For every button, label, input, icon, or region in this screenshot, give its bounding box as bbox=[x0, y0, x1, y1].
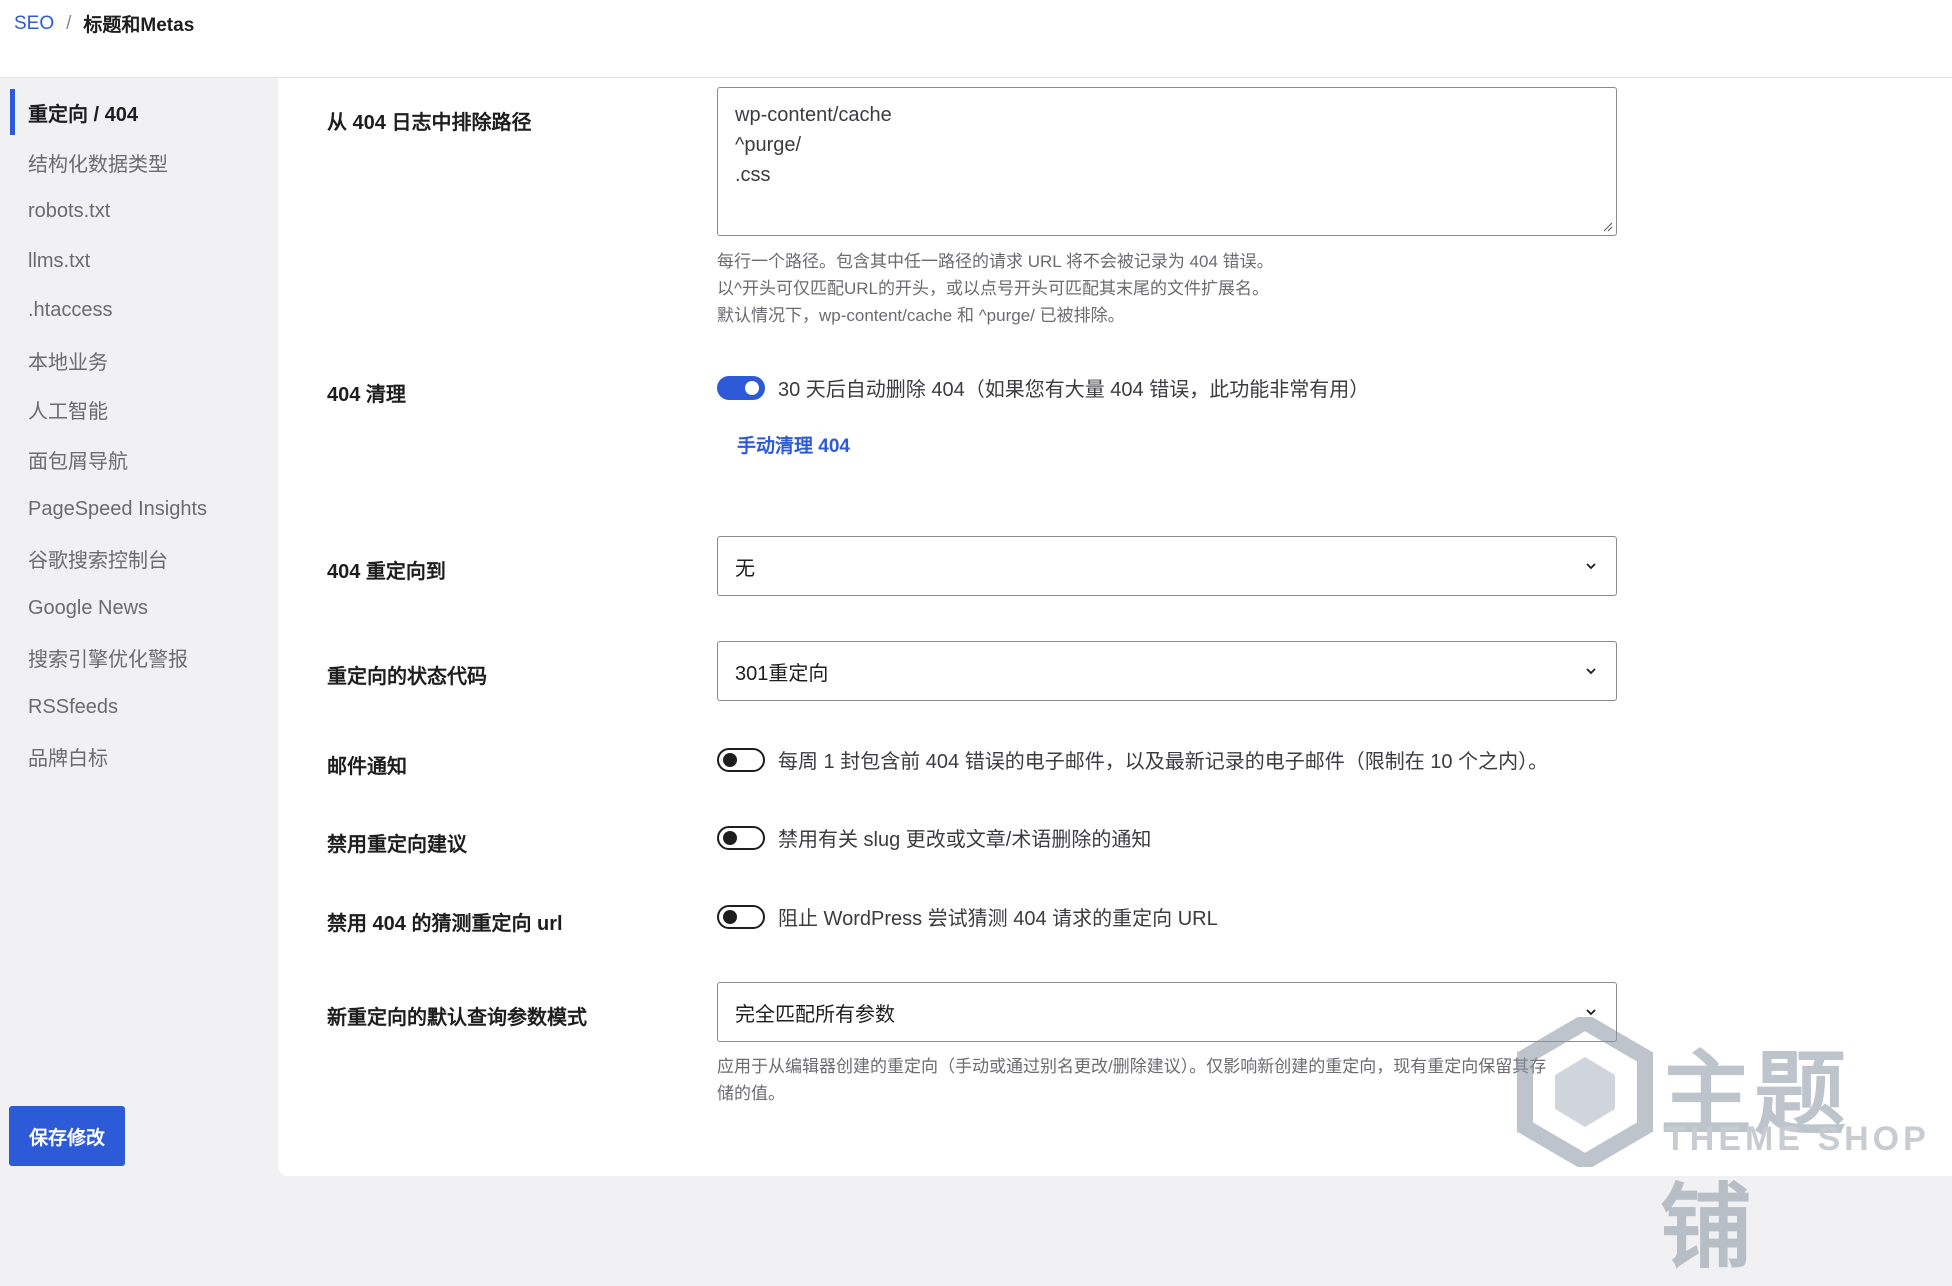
help-line: 储的值。 bbox=[717, 1084, 785, 1103]
status-code-label: 重定向的状态代码 bbox=[327, 666, 487, 688]
query-mode-label: 新重定向的默认查询参数模式 bbox=[327, 1007, 587, 1029]
breadcrumb-separator: / bbox=[66, 12, 72, 34]
exclude-paths-label: 从 404 日志中排除路径 bbox=[327, 112, 532, 134]
redirect-to-label: 404 重定向到 bbox=[327, 561, 446, 583]
disable-suggestions-row: 禁用有关 slug 更改或文章/术语删除的通知 bbox=[717, 823, 1151, 852]
sidebar-item-schema[interactable]: 结构化数据类型 bbox=[10, 139, 278, 185]
top-bar: SEO / 标题和Metas bbox=[0, 0, 1952, 78]
sidebar-item-local-business[interactable]: 本地业务 bbox=[10, 337, 278, 383]
disable-guess-label: 禁用 404 的猜测重定向 url bbox=[327, 913, 563, 935]
redirect-to-select[interactable]: 无 bbox=[717, 536, 1617, 596]
redirect-to-value: 无 bbox=[735, 557, 755, 580]
disable-guess-toggle[interactable] bbox=[717, 904, 765, 929]
help-line: 每行一个路径。包含其中任一路径的请求 URL 将不会被记录为 404 错误。 bbox=[717, 252, 1274, 271]
exclude-paths-help: 每行一个路径。包含其中任一路径的请求 URL 将不会被记录为 404 错误。 以… bbox=[717, 248, 1274, 329]
sidebar-item-pagespeed[interactable]: PageSpeed Insights bbox=[10, 486, 278, 532]
email-label: 邮件通知 bbox=[327, 756, 407, 778]
disable-suggestions-text: 禁用有关 slug 更改或文章/术语删除的通知 bbox=[778, 829, 1152, 851]
resize-handle-icon[interactable] bbox=[1603, 222, 1613, 232]
manual-cleanup-link[interactable]: 手动清理 404 bbox=[737, 431, 850, 458]
theme-shop-watermark: 主题铺 THEME SHOP bbox=[1515, 1012, 1935, 1281]
email-toggle-text: 每周 1 封包含前 404 错误的电子邮件，以及最新记录的电子邮件（限制在 10… bbox=[778, 751, 1549, 773]
breadcrumb-seo-link[interactable]: SEO bbox=[14, 13, 54, 35]
email-toggle[interactable] bbox=[717, 747, 765, 772]
sidebar-item-redirects[interactable]: 重定向 / 404 bbox=[10, 89, 278, 135]
toggle-knob bbox=[723, 830, 737, 845]
toggle-knob bbox=[723, 909, 737, 924]
toggle-knob bbox=[723, 752, 737, 767]
breadcrumb: SEO / 标题和Metas bbox=[14, 10, 194, 37]
cleanup-row: 30 天后自动删除 404（如果您有大量 404 错误，此功能非常有用） bbox=[717, 373, 1369, 402]
help-line: 默认情况下，wp-content/cache 和 ^purge/ 已被排除。 bbox=[717, 306, 1125, 325]
sidebar-item-seo-alerts[interactable]: 搜索引擎优化警报 bbox=[10, 634, 278, 680]
cleanup-label: 404 清理 bbox=[327, 384, 406, 406]
disable-suggestions-toggle[interactable] bbox=[717, 825, 765, 850]
query-mode-select[interactable]: 完全匹配所有参数 bbox=[717, 982, 1617, 1042]
sidebar-item-search-console[interactable]: 谷歌搜索控制台 bbox=[10, 535, 278, 581]
save-button[interactable]: 保存修改 bbox=[9, 1106, 125, 1166]
sidebar-item-robots[interactable]: robots.txt bbox=[10, 188, 278, 234]
cleanup-toggle[interactable] bbox=[717, 375, 765, 400]
query-mode-value: 完全匹配所有参数 bbox=[735, 1003, 895, 1026]
sidebar-item-rss[interactable]: RSSfeeds bbox=[10, 684, 278, 730]
exclude-paths-textarea[interactable]: wp-content/cache ^purge/ .css bbox=[717, 87, 1617, 236]
help-line: 以^开头可仅匹配URL的开头，或以点号开头可匹配其末尾的文件扩展名。 bbox=[717, 279, 1269, 298]
cleanup-toggle-text: 30 天后自动删除 404（如果您有大量 404 错误，此功能非常有用） bbox=[778, 379, 1370, 401]
status-code-select[interactable]: 301重定向 bbox=[717, 641, 1617, 701]
email-row: 每周 1 封包含前 404 错误的电子邮件，以及最新记录的电子邮件（限制在 10… bbox=[717, 745, 1548, 774]
watermark-en: THEME SHOP bbox=[1665, 1120, 1930, 1158]
query-mode-help: 应用于从编辑器创建的重定向（手动或通过别名更改/删除建议）。仅影响新创建的重定向… bbox=[717, 1053, 1546, 1107]
disable-suggestions-label: 禁用重定向建议 bbox=[327, 834, 467, 856]
status-code-value: 301重定向 bbox=[735, 662, 829, 685]
sidebar: 重定向 / 404 结构化数据类型 robots.txt llms.txt .h… bbox=[0, 78, 278, 1195]
sidebar-item-google-news[interactable]: Google News bbox=[10, 585, 278, 631]
disable-guess-row: 阻止 WordPress 尝试猜测 404 请求的重定向 URL bbox=[717, 902, 1218, 931]
chevron-down-icon bbox=[1586, 668, 1596, 675]
breadcrumb-current: 标题和Metas bbox=[83, 15, 195, 36]
sidebar-item-llms[interactable]: llms.txt bbox=[10, 238, 278, 284]
sidebar-item-white-label[interactable]: 品牌白标 bbox=[10, 733, 278, 779]
help-line: 应用于从编辑器创建的重定向（手动或通过别名更改/删除建议）。仅影响新创建的重定向… bbox=[717, 1057, 1547, 1076]
chevron-down-icon bbox=[1586, 563, 1596, 570]
watermark-logo-icon bbox=[1517, 1017, 1653, 1167]
toggle-knob bbox=[745, 380, 759, 395]
sidebar-item-breadcrumbs[interactable]: 面包屑导航 bbox=[10, 436, 278, 482]
sidebar-item-ai[interactable]: 人工智能 bbox=[10, 386, 278, 432]
sidebar-item-htaccess[interactable]: .htaccess bbox=[10, 287, 278, 333]
disable-guess-text: 阻止 WordPress 尝试猜测 404 请求的重定向 URL bbox=[778, 908, 1218, 930]
